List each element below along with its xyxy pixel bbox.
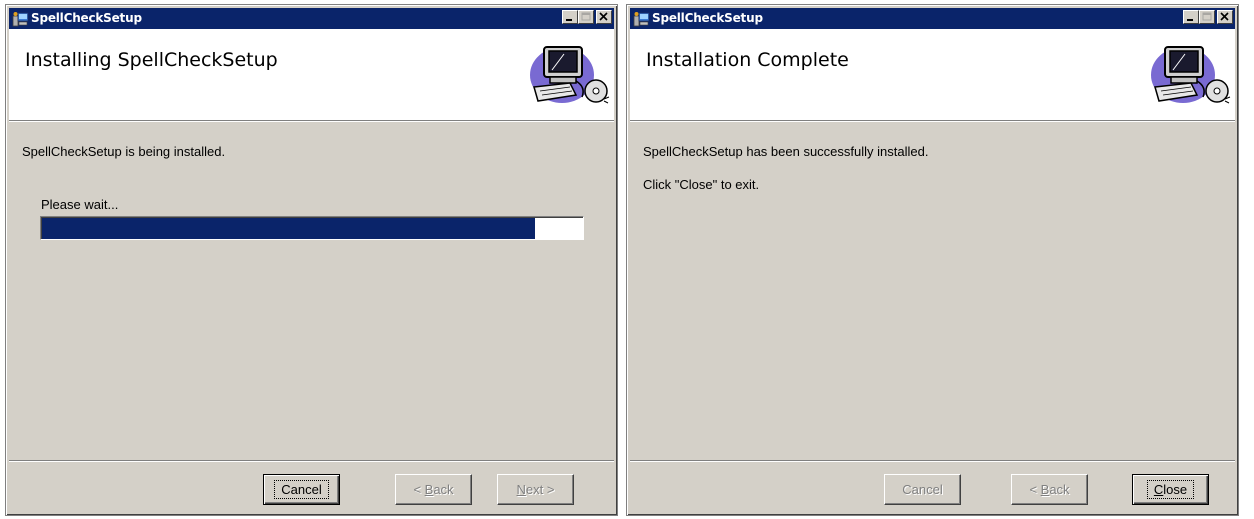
next-button[interactable]: Next > — [497, 474, 574, 505]
cancel-button[interactable]: Cancel — [263, 474, 340, 505]
close-icon — [599, 12, 608, 21]
please-wait-label: Please wait... — [41, 197, 119, 212]
install-progress-bar — [40, 216, 584, 240]
back-button-label: < Back — [1029, 482, 1070, 497]
close-button[interactable] — [1217, 10, 1233, 24]
minimize-button[interactable] — [1183, 10, 1199, 24]
close-button-label: Close — [1146, 480, 1195, 499]
status-message: SpellCheckSetup has been successfully in… — [643, 144, 929, 159]
cancel-button-label: Cancel — [274, 480, 329, 499]
page-title: Installation Complete — [646, 49, 849, 71]
footer-divider — [9, 460, 614, 462]
maximize-icon — [1202, 12, 1212, 21]
header-divider — [630, 121, 1235, 122]
maximize-button[interactable] — [1199, 10, 1215, 24]
footer-divider — [630, 460, 1235, 462]
next-button-label: Next > — [516, 482, 555, 497]
cancel-button[interactable]: Cancel — [884, 474, 961, 505]
window-title: SpellCheckSetup — [652, 11, 763, 25]
minimize-button[interactable] — [562, 10, 578, 24]
status-message: SpellCheckSetup is being installed. — [22, 144, 226, 159]
installer-window-complete: SpellCheckSetup Installation Complete Sp… — [626, 4, 1239, 516]
exit-instruction: Click "Close" to exit. — [643, 177, 760, 192]
page-title: Installing SpellCheckSetup — [25, 49, 278, 71]
title-bar[interactable]: SpellCheckSetup — [630, 8, 1235, 29]
installer-window-progress: SpellCheckSetup Installing SpellCheckSet… — [5, 4, 618, 516]
minimize-icon — [1187, 19, 1193, 21]
back-button[interactable]: < Back — [395, 474, 472, 505]
installer-app-icon — [12, 12, 29, 27]
cancel-button-label: Cancel — [902, 482, 943, 497]
back-button-label: < Back — [413, 482, 454, 497]
installer-app-icon — [633, 12, 650, 27]
maximize-icon — [581, 12, 591, 21]
header-divider — [9, 121, 614, 122]
minimize-icon — [566, 19, 572, 21]
maximize-button[interactable] — [578, 10, 594, 24]
progress-fill — [42, 218, 536, 239]
close-dialog-button[interactable]: Close — [1132, 474, 1209, 505]
close-button[interactable] — [596, 10, 612, 24]
computer-cd-header-graphic — [530, 46, 610, 104]
close-icon — [1220, 12, 1229, 21]
back-button[interactable]: < Back — [1011, 474, 1088, 505]
computer-cd-header-graphic — [1151, 46, 1231, 104]
dialog-header: Installing SpellCheckSetup — [9, 29, 614, 121]
title-bar[interactable]: SpellCheckSetup — [9, 8, 614, 29]
dialog-header: Installation Complete — [630, 29, 1235, 121]
window-title: SpellCheckSetup — [31, 11, 142, 25]
